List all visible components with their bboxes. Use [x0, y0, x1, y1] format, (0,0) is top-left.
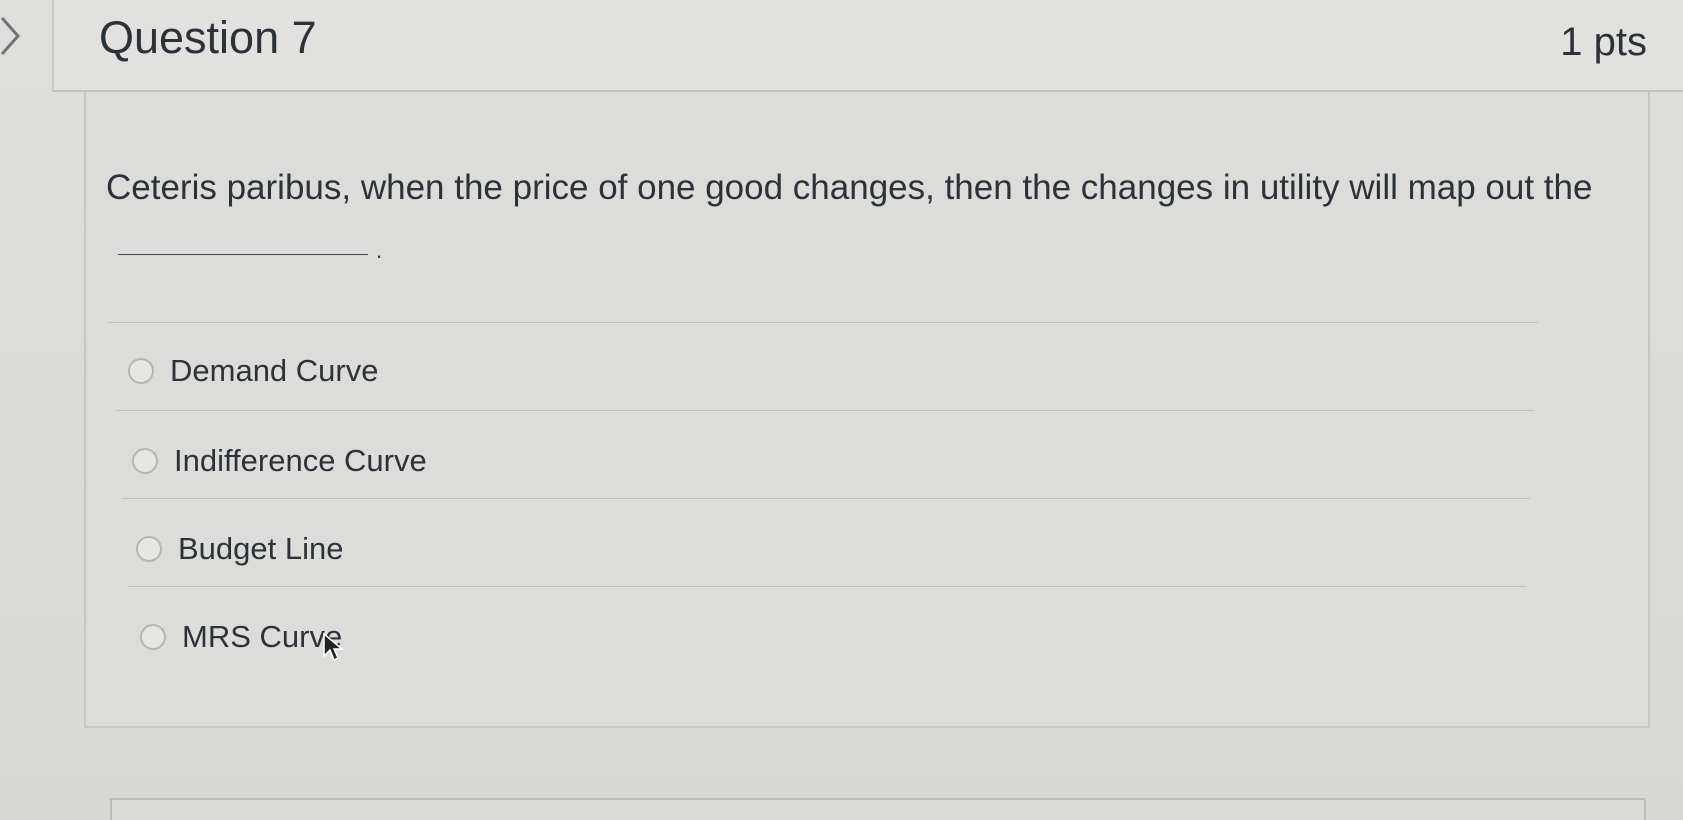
chevron-right-icon[interactable]: [0, 16, 28, 56]
answer-label: Indifference Curve: [174, 443, 427, 478]
next-question-box: [110, 798, 1646, 820]
question-body: Ceteris paribus, when the price of one g…: [84, 92, 1650, 728]
divider: [108, 322, 1538, 323]
blank-period: .: [376, 238, 383, 263]
answer-option-mrs-curve[interactable]: MRS Curve: [140, 612, 342, 662]
radio-button[interactable]: [140, 624, 166, 650]
radio-button[interactable]: [128, 358, 154, 384]
answer-option-indifference-curve[interactable]: Indifference Curve: [132, 436, 427, 486]
divider: [116, 410, 1534, 411]
radio-button[interactable]: [136, 536, 162, 562]
divider: [128, 586, 1526, 587]
question-text: Ceteris paribus, when the price of one g…: [106, 168, 1593, 207]
radio-button[interactable]: [132, 448, 158, 474]
answer-blank: [118, 254, 368, 255]
question-header: Question 7 1 pts: [52, 0, 1683, 92]
answer-label: Budget Line: [178, 531, 344, 566]
answer-label: MRS Curve: [182, 619, 343, 654]
question-points: 1 pts: [1560, 20, 1647, 64]
mouse-pointer-icon: [323, 632, 344, 662]
question-title: Question 7: [99, 12, 317, 63]
answer-label: Demand Curve: [170, 353, 379, 388]
quiz-page: Question 7 1 pts Ceteris paribus, when t…: [0, 0, 1683, 820]
answer-option-demand-curve[interactable]: Demand Curve: [128, 346, 378, 396]
answer-option-budget-line[interactable]: Budget Line: [136, 524, 343, 574]
divider: [122, 498, 1530, 499]
